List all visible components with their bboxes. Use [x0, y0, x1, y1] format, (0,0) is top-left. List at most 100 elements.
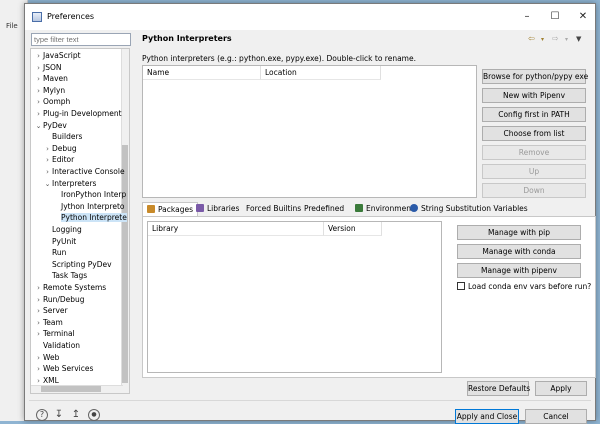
maximize-button[interactable]: ☐	[543, 8, 567, 26]
collapsed-chevron-icon[interactable]: ›	[43, 166, 52, 178]
tab-label: Libraries	[207, 204, 240, 213]
tree-item[interactable]: PyUnit	[31, 236, 76, 248]
tree-item[interactable]: › XML	[31, 375, 59, 387]
interpreter-action-button[interactable]: Remove	[482, 145, 586, 160]
conda-env-checkbox[interactable]: Load conda env vars before run?	[457, 282, 591, 291]
tree-scrollbar-thumb[interactable]	[122, 145, 128, 383]
tree-item[interactable]: IronPython Interp	[31, 189, 126, 201]
tree-item[interactable]: › Web	[31, 352, 59, 364]
collapsed-chevron-icon[interactable]: ›	[43, 143, 52, 155]
tab-item[interactable]: Libraries	[196, 202, 239, 216]
tree-item[interactable]: › JavaScript	[31, 50, 81, 62]
view-menu-icon[interactable]: ▼	[576, 35, 581, 43]
collapsed-chevron-icon[interactable]: ›	[34, 352, 43, 364]
tree-item[interactable]: Logging	[31, 224, 82, 236]
tree-item-label: Terminal	[43, 329, 75, 339]
collapsed-chevron-icon[interactable]: ›	[34, 73, 43, 85]
import-icon[interactable]: ↧	[53, 409, 65, 421]
minimize-button[interactable]: –	[515, 8, 539, 26]
tree-item[interactable]: › Run/Debug	[31, 294, 84, 306]
tree-item[interactable]: › Terminal	[31, 328, 75, 340]
package-manager-button[interactable]: Manage with pip	[457, 225, 581, 240]
collapsed-chevron-icon[interactable]: ›	[34, 294, 43, 306]
tab-item[interactable]: String Substitution Variables	[410, 202, 528, 216]
cancel-button[interactable]: Cancel	[525, 409, 587, 424]
restore-defaults-button[interactable]: Restore Defaults	[467, 381, 530, 396]
tree-item-label: PyDev	[43, 120, 67, 130]
tree-item[interactable]: › Mylyn	[31, 85, 65, 97]
tree-item[interactable]: › JSON	[31, 62, 61, 74]
tree-item-label: Editor	[52, 155, 75, 165]
help-icon[interactable]: ?	[36, 409, 48, 421]
apply-and-close-button[interactable]: Apply and Close	[455, 409, 519, 424]
tree-item[interactable]: Jython Interpreto	[31, 201, 125, 213]
collapsed-chevron-icon[interactable]: ›	[34, 108, 43, 120]
back-dropdown-icon[interactable]: ▾	[541, 36, 544, 43]
tree-item[interactable]: › Oomph	[31, 96, 70, 108]
tree-item[interactable]: › Server	[31, 305, 68, 317]
close-button[interactable]: ✕	[571, 8, 595, 26]
tree-item[interactable]: ⌄ Interpreters	[31, 178, 97, 190]
packages-table[interactable]: Library Version	[147, 221, 442, 373]
preferences-dialog: Preferences – ☐ ✕ ›JavaScript›JSON›Maven…	[24, 3, 596, 424]
expanded-chevron-icon[interactable]: ⌄	[34, 120, 43, 132]
collapsed-chevron-icon[interactable]: ›	[43, 154, 52, 166]
interpreter-action-button[interactable]: New with Pipenv	[482, 88, 586, 103]
interpreter-action-button[interactable]: Up	[482, 164, 586, 179]
collapsed-chevron-icon[interactable]: ›	[34, 317, 43, 329]
column-header-version[interactable]: Version	[324, 222, 382, 236]
column-header-name[interactable]: Name	[143, 66, 261, 80]
tree-item[interactable]: Scripting PyDev	[31, 259, 112, 271]
interpreter-tabs: Packages Libraries Forced Builtins Predefin…	[142, 202, 600, 216]
collapsed-chevron-icon[interactable]: ›	[34, 375, 43, 387]
collapsed-chevron-icon[interactable]: ›	[34, 328, 43, 340]
collapsed-chevron-icon[interactable]: ›	[34, 62, 43, 74]
column-header-library[interactable]: Library	[148, 222, 324, 236]
tree-item-label: Maven	[43, 74, 68, 84]
tree-item[interactable]: Builders	[31, 131, 82, 143]
tab-item[interactable]: Environment	[355, 202, 414, 216]
tree-item[interactable]: Python Interprete	[31, 212, 127, 224]
tree-item[interactable]: › Maven	[31, 73, 68, 85]
filter-input[interactable]	[31, 33, 131, 46]
column-header-location[interactable]: Location	[261, 66, 381, 80]
back-arrow-icon[interactable]: ⇦	[528, 34, 535, 43]
tree-item-label: XML	[43, 375, 59, 385]
tree-item[interactable]: › Team	[31, 317, 63, 329]
tree-item[interactable]: › Editor	[31, 154, 74, 166]
tree-item[interactable]: Task Tags	[31, 270, 87, 282]
tree-item[interactable]: › Remote Systems	[31, 282, 106, 294]
forward-dropdown-icon[interactable]: ▾	[565, 36, 568, 43]
tree-item[interactable]: › Web Services	[31, 363, 93, 375]
tree-item[interactable]: › Plug-in Development	[31, 108, 121, 120]
tree-item[interactable]: ⌄ PyDev	[31, 120, 67, 132]
export-icon[interactable]: ↥	[70, 409, 82, 421]
preferences-window-icon	[32, 12, 42, 22]
tab-item[interactable]: Packages	[142, 202, 198, 216]
collapsed-chevron-icon[interactable]: ›	[34, 50, 43, 62]
tree-item[interactable]: › Interactive Console	[31, 166, 124, 178]
package-manager-button[interactable]: Manage with pipenv	[457, 263, 581, 278]
apply-button[interactable]: Apply	[535, 381, 587, 396]
package-manager-button[interactable]: Manage with conda	[457, 244, 581, 259]
interpreter-action-button[interactable]: Choose from list	[482, 126, 586, 141]
tree-item[interactable]: Validation	[31, 340, 80, 352]
interpreter-action-button[interactable]: Down	[482, 183, 586, 198]
collapsed-chevron-icon[interactable]: ›	[34, 363, 43, 375]
collapsed-chevron-icon[interactable]: ›	[34, 96, 43, 108]
expanded-chevron-icon[interactable]: ⌄	[43, 178, 52, 190]
checkbox-box[interactable]	[457, 282, 465, 290]
forward-arrow-icon[interactable]: ⇨	[552, 34, 559, 43]
interpreters-table[interactable]: Name Location	[142, 65, 477, 198]
collapsed-chevron-icon[interactable]: ›	[34, 85, 43, 97]
tab-item[interactable]: Predefined	[304, 202, 344, 216]
collapsed-chevron-icon[interactable]: ›	[34, 282, 43, 294]
interpreter-action-button[interactable]: Browse for python/pypy exe	[482, 69, 588, 84]
record-icon[interactable]: ●	[88, 409, 100, 421]
tab-item[interactable]: Forced Builtins	[246, 202, 301, 216]
collapsed-chevron-icon[interactable]: ›	[34, 305, 43, 317]
tree-hscrollbar-thumb[interactable]	[41, 386, 101, 392]
tree-item[interactable]: Run	[31, 247, 66, 259]
tree-item[interactable]: › Debug	[31, 143, 77, 155]
interpreter-action-button[interactable]: Config first in PATH	[482, 107, 586, 122]
